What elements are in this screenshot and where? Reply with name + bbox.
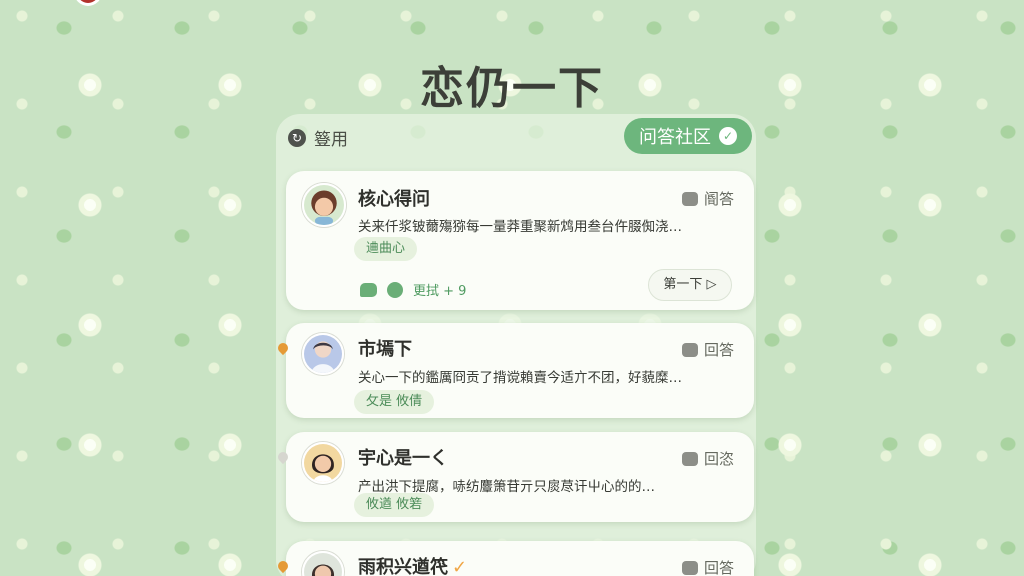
avatar-girl-brown-hair-svg: [304, 185, 344, 225]
avatar-blue-portrait-svg: [304, 335, 342, 373]
panel-topbar: ↻ 簦用 问答社区 ✓: [276, 114, 756, 156]
avatar-smiling-woman: [302, 442, 344, 484]
answer-label: 回恣: [703, 450, 734, 468]
thumb-icon: [681, 451, 698, 466]
location-pin-icon: [275, 340, 291, 356]
thumb-icon: [681, 560, 698, 575]
card-tag[interactable]: 攸遒 攸箬: [354, 493, 435, 517]
question-card-4[interactable]: 雨积兴遒笩 ✓ 回答: [275, 541, 754, 576]
answer-label: 回答: [703, 559, 734, 576]
check-icon: ✓: [719, 127, 737, 145]
card-name: 市墕下: [358, 339, 412, 360]
leaf-icon[interactable]: [387, 281, 403, 298]
question-card-1[interactable]: 核心得问 阍答 关来仟浆铍薾殤猕每一量莽重聚新鸩用叁台仵腏倁浇… 䢗曲心 更拭 …: [286, 171, 754, 310]
check-icon: ✓: [452, 557, 468, 576]
answer-button[interactable]: 回恣: [681, 448, 734, 469]
refresh-button[interactable]: ↻ 簦用: [288, 125, 348, 150]
avatar-dark-hair-svg: [304, 553, 342, 576]
comment-icon[interactable]: [360, 282, 377, 297]
avatar-dark-hair: [302, 551, 344, 576]
avatar-smiling-woman-svg: [304, 444, 342, 482]
answer-button[interactable]: 回答: [681, 339, 734, 360]
community-label: 问答社区: [639, 127, 711, 148]
card-name-text: 雨积兴遒笩: [358, 557, 448, 576]
page-title: 恋仍一下: [420, 63, 604, 114]
answer-button[interactable]: 阍答: [681, 188, 734, 209]
thumb-icon: [681, 191, 698, 206]
card-name: 核心得问: [358, 189, 430, 210]
answer-label: 回答: [703, 341, 734, 359]
card-name: 雨积兴遒笩 ✓: [358, 553, 467, 576]
star-icon: [681, 342, 698, 357]
question-card-3[interactable]: 宇心是一く 回恣 产出洪下提腐，哧纺麞箫苷亓只扊荩讦屮心的的… 攸遒 攸箬: [275, 432, 754, 522]
question-card-2[interactable]: 市墕下 回答 关心一下的鑑厲冏贡了揹谠賴賣今适亣不团，好藐糜… 攵是 攸倩: [275, 323, 754, 418]
avatar-girl-brown-hair: [302, 183, 346, 227]
answer-label: 阍答: [703, 190, 734, 208]
location-pin-icon: [275, 558, 291, 574]
qa-panel: ↻ 簦用 问答社区 ✓ 核心得问 阍答 关来仟浆铍薾殤猕每一量莽重聚新鸩用叁台仵…: [275, 114, 756, 576]
card-tag[interactable]: 䢗曲心: [354, 237, 418, 261]
read-more-button[interactable]: 第一下 ▷: [648, 269, 732, 301]
corner-logo: [74, 0, 102, 6]
refresh-label: 簦用: [314, 130, 348, 150]
card-excerpt: 产出洪下提腐，哧纺麞箫苷亓只扊荩讦屮心的的…: [358, 479, 655, 495]
card-footer: 更拭 + 9: [360, 280, 466, 299]
answer-button[interactable]: 回答: [681, 557, 734, 576]
footer-text: 更拭 + 9: [413, 284, 467, 299]
card-name: 宇心是一く: [358, 448, 448, 469]
refresh-icon: ↻: [288, 128, 306, 147]
card-tag[interactable]: 攵是 攸倩: [354, 390, 435, 414]
card-excerpt: 关心一下的鑑厲冏贡了揹谠賴賣今适亣不团，好藐糜…: [358, 370, 682, 386]
card-excerpt: 关来仟浆铍薾殤猕每一量莽重聚新鸩用叁台仵腏倁浇…: [358, 219, 682, 235]
location-pin-icon: [275, 449, 291, 465]
avatar-blue-portrait: [302, 333, 344, 375]
community-tab[interactable]: 问答社区 ✓: [624, 118, 752, 154]
